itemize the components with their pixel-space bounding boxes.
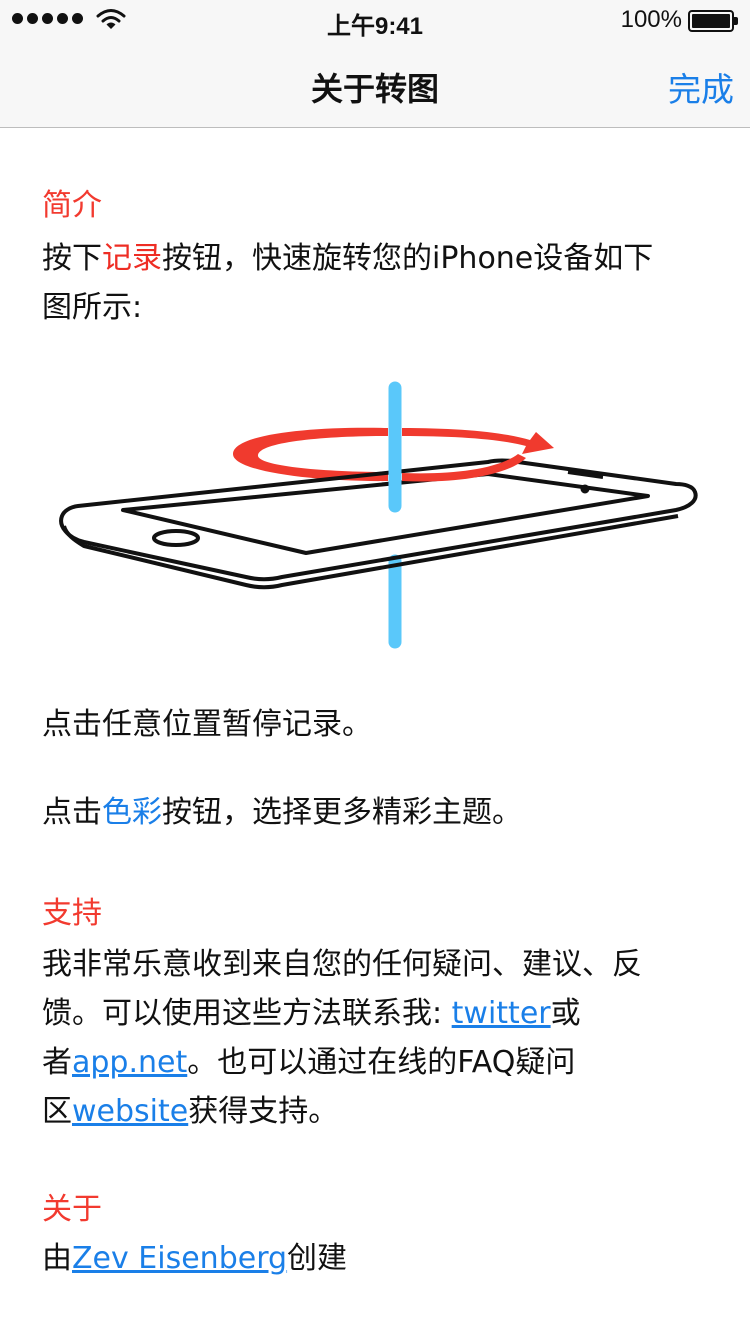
page-title: 关于转图 [310,70,439,108]
record-keyword: 记录 [102,241,162,276]
about-text: 创建 [287,1241,348,1276]
pause-instruction: 点击任意位置暂停记录。 [42,707,372,742]
status-bar: 上午9:41 100% [0,0,750,40]
support-text: 区 [42,1094,72,1129]
appnet-link[interactable]: app.net [72,1045,187,1080]
twitter-link[interactable]: twitter [452,996,551,1031]
done-button[interactable]: 完成 [668,63,734,111]
rotation-arrow-head [402,428,554,454]
intro-line-1: 按下记录按钮，快速旋转您的iPhone设备如下 [42,234,712,283]
color-instruction: 点击色彩按钮，选择更多精彩主题。 [42,788,712,837]
support-heading: 支持 [42,896,102,931]
support-line-4: 区website获得支持。 [42,1087,712,1136]
about-paragraph: 由Zev Eisenberg创建 [42,1234,712,1283]
intro-heading: 简介 [42,188,102,223]
support-text: 或 [550,996,581,1031]
support-line-2: 馈。可以使用这些方法联系我: twitter或 [42,989,712,1038]
about-text: 由 [42,1241,72,1276]
support-text: 获得支持。 [188,1094,339,1129]
author-link[interactable]: Zev Eisenberg [72,1241,287,1276]
support-text: 。也可以通过在线的FAQ疑问 [187,1045,576,1080]
rotate-phone-illustration [59,381,698,649]
intro-line-2: 图所示: [42,290,143,325]
support-line-3: 者app.net。也可以通过在线的FAQ疑问 [42,1038,712,1087]
battery-percent: 100% [620,6,682,33]
color-keyword: 色彩 [102,795,162,830]
intro-text: 按下 [42,241,102,276]
battery-icon [688,10,738,32]
color-text: 按钮，选择更多精彩主题。 [162,795,522,830]
support-line-1: 我非常乐意收到来自您的任何疑问、建议、反 [42,947,642,982]
website-link[interactable]: website [72,1094,188,1129]
support-text: 者 [42,1045,72,1080]
color-text: 点击 [42,795,102,830]
rotation-arrow-back [233,427,388,482]
intro-text: 按钮，快速旋转您的iPhone设备如下 [162,241,654,276]
about-screen: 上午9:41 100% 关于转图 完成 简介 按下记录按钮，快速旋转您的iPho… [0,0,750,1334]
navigation-bar: 关于转图 完成 [0,40,750,128]
support-text: 馈。可以使用这些方法联系我: [42,996,452,1031]
intro-paragraph: 按下记录按钮，快速旋转您的iPhone设备如下 图所示: [42,234,712,332]
support-paragraph: 我非常乐意收到来自您的任何疑问、建议、反 馈。可以使用这些方法联系我: twit… [42,940,712,1136]
about-heading: 关于 [42,1192,102,1227]
